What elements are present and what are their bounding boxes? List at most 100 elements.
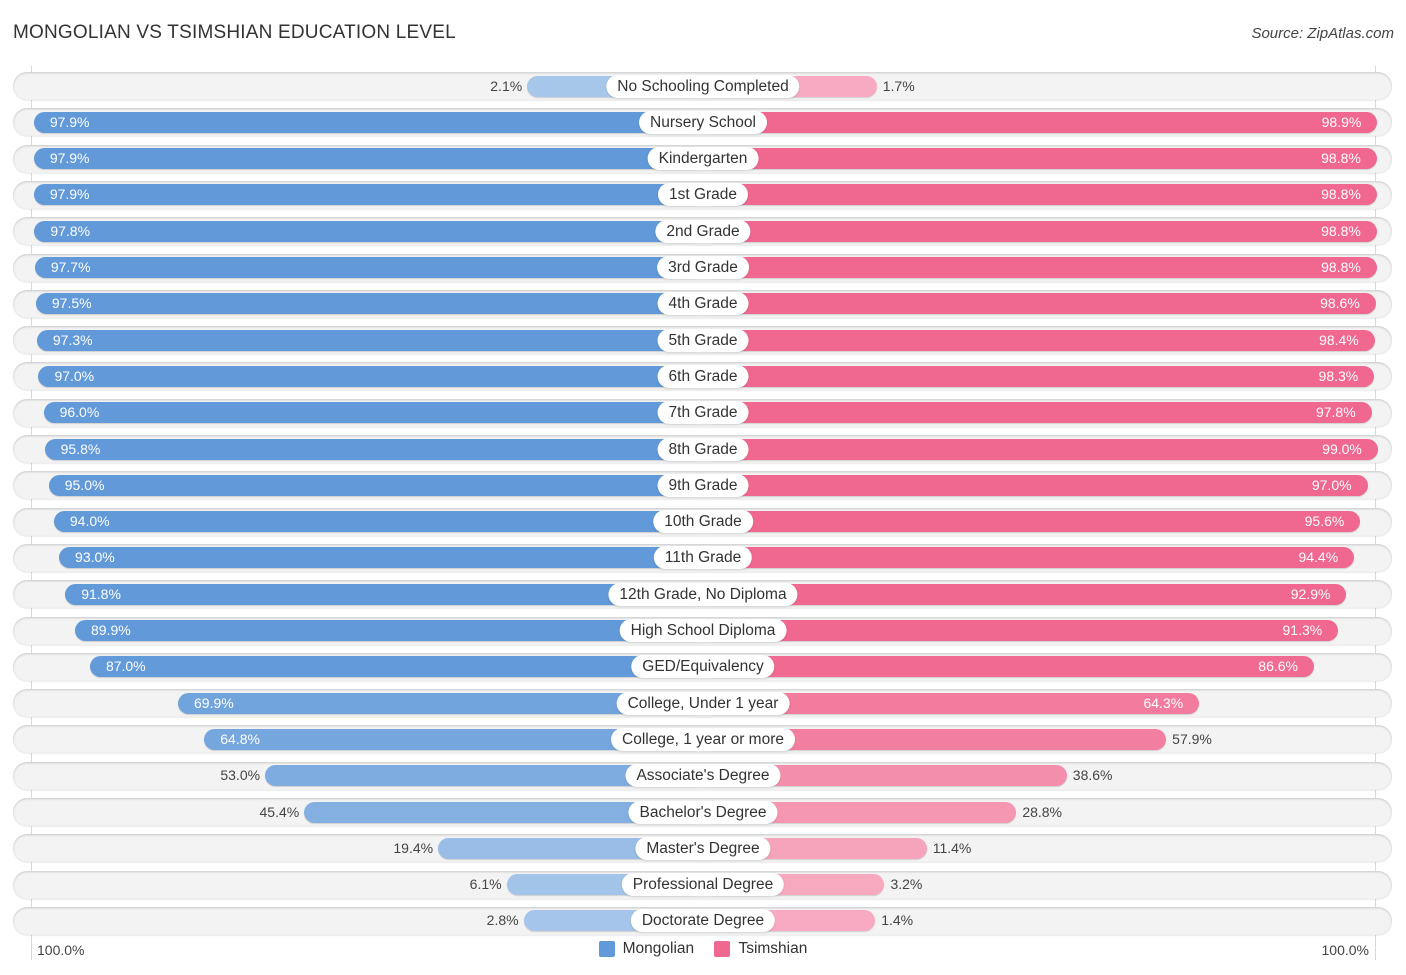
value-mongolian-7th-grade: 96.0%	[59, 404, 100, 421]
category-label-doctorate-degree: Doctorate Degree	[630, 909, 776, 933]
legend-item-mongolian[interactable]: Mongolian	[598, 940, 695, 958]
bar-mongolian-kindergarten[interactable]	[33, 148, 703, 170]
category-label-4th-grade: 4th Grade	[657, 292, 749, 316]
value-tsimshian-11th-grade: 94.4%	[1298, 549, 1339, 566]
value-tsimshian-ged-equivalency: 86.6%	[1258, 658, 1298, 675]
bar-tsimshian-nursery-school[interactable]	[703, 111, 1378, 133]
value-tsimshian-kindergarten: 98.8%	[1321, 150, 1361, 167]
bar-tsimshian-6th-grade[interactable]	[703, 365, 1375, 387]
value-mongolian-ged-equivalency: 87.0%	[105, 658, 146, 675]
category-label-college-under-1-year: College, Under 1 year	[616, 691, 790, 715]
value-tsimshian-9th-grade: 97.0%	[1311, 476, 1352, 493]
bar-mongolian-1st-grade[interactable]	[33, 184, 703, 206]
category-label-5th-grade: 5th Grade	[657, 328, 749, 352]
legend-swatch-tsimshian	[714, 941, 731, 957]
bar-mongolian-ged-equivalency[interactable]	[89, 656, 703, 678]
value-tsimshian-bachelor-s-degree: 28.8%	[1022, 803, 1063, 820]
category-label-7th-grade: 7th Grade	[657, 401, 749, 425]
bar-mongolian-5th-grade[interactable]	[36, 329, 703, 351]
value-mongolian-nursery-school: 97.9%	[49, 113, 90, 130]
category-label-nursery-school: Nursery School	[639, 110, 767, 134]
category-label-2nd-grade: 2nd Grade	[655, 219, 751, 243]
value-tsimshian-5th-grade: 98.4%	[1319, 331, 1359, 348]
bar-tsimshian-7th-grade[interactable]	[703, 402, 1372, 424]
value-tsimshian-high-school-diploma: 91.3%	[1282, 622, 1323, 638]
bar-tsimshian-5th-grade[interactable]	[703, 329, 1375, 351]
value-tsimshian-3rd-grade: 98.8%	[1321, 259, 1361, 275]
bar-mongolian-8th-grade[interactable]	[44, 438, 703, 460]
value-mongolian-4th-grade: 97.5%	[51, 295, 92, 312]
category-label-8th-grade: 8th Grade	[657, 437, 749, 461]
category-label-9th-grade: 9th Grade	[657, 473, 749, 497]
bar-tsimshian-high-school-diploma[interactable]	[703, 620, 1339, 641]
value-tsimshian-associate-s-degree: 38.6%	[1072, 767, 1113, 784]
value-mongolian-college-1-year-or-more: 64.8%	[220, 730, 260, 747]
value-tsimshian-no-schooling-completed: 1.7%	[882, 77, 915, 94]
value-mongolian-9th-grade: 95.0%	[64, 476, 105, 493]
category-label-college-1-year-or-more: College, 1 year or more	[611, 727, 795, 751]
value-mongolian-college-under-1-year: 69.9%	[194, 694, 234, 711]
value-mongolian-10th-grade: 94.0%	[69, 513, 110, 530]
category-label-bachelor-s-degree: Bachelor's Degree	[628, 800, 778, 824]
bar-mongolian-high-school-diploma[interactable]	[75, 620, 703, 641]
value-mongolian-6th-grade: 97.0%	[54, 367, 95, 384]
bar-mongolian-nursery-school[interactable]	[33, 111, 703, 133]
value-tsimshian-10th-grade: 95.6%	[1304, 513, 1345, 530]
bar-tsimshian-11th-grade[interactable]	[703, 547, 1355, 569]
legend-label-mongolian: Mongolian	[622, 940, 695, 957]
value-tsimshian-nursery-school: 98.9%	[1321, 113, 1362, 130]
value-mongolian-5th-grade: 97.3%	[52, 331, 93, 348]
value-tsimshian-1st-grade: 98.8%	[1321, 186, 1361, 203]
bar-tsimshian-2nd-grade[interactable]	[703, 220, 1377, 242]
legend-swatch-mongolian	[598, 941, 615, 957]
category-label-11th-grade: 11th Grade	[653, 546, 753, 570]
category-label-associate-s-degree: Associate's Degree	[625, 764, 781, 788]
bar-tsimshian-ged-equivalency[interactable]	[703, 656, 1314, 678]
value-mongolian-high-school-diploma: 89.9%	[91, 622, 131, 638]
category-label-no-schooling-completed: No Schooling Completed	[606, 74, 800, 98]
bar-tsimshian-3rd-grade[interactable]	[703, 257, 1377, 278]
bar-mongolian-6th-grade[interactable]	[38, 365, 703, 387]
legend-label-tsimshian: Tsimshian	[738, 940, 808, 957]
category-label-professional-degree: Professional Degree	[621, 873, 785, 897]
value-tsimshian-2nd-grade: 98.8%	[1321, 222, 1361, 239]
bar-mongolian-3rd-grade[interactable]	[34, 257, 703, 278]
bar-mongolian-12th-grade-no-diploma[interactable]	[65, 583, 703, 605]
bar-mongolian-9th-grade[interactable]	[48, 474, 703, 496]
category-label-ged-equivalency: GED/Equivalency	[631, 655, 775, 679]
value-mongolian-master-s-degree: 19.4%	[393, 839, 434, 856]
category-label-master-s-degree: Master's Degree	[635, 836, 771, 860]
value-mongolian-bachelor-s-degree: 45.4%	[259, 803, 300, 820]
bar-tsimshian-12th-grade-no-diploma[interactable]	[703, 583, 1347, 605]
value-tsimshian-12th-grade-no-diploma: 92.9%	[1290, 585, 1331, 602]
category-label-1st-grade: 1st Grade	[657, 183, 749, 207]
bar-mongolian-2nd-grade[interactable]	[34, 220, 703, 242]
legend: Mongolian Tsimshian	[0, 940, 1406, 962]
bar-mongolian-7th-grade[interactable]	[43, 402, 703, 424]
value-tsimshian-college-1-year-or-more: 57.9%	[1172, 730, 1212, 747]
value-mongolian-11th-grade: 93.0%	[75, 549, 115, 566]
bar-tsimshian-9th-grade[interactable]	[703, 474, 1368, 496]
value-tsimshian-master-s-degree: 11.4%	[932, 839, 972, 856]
category-label-3rd-grade: 3rd Grade	[657, 256, 749, 279]
chart-rows: 2.1% 1.7% No Schooling Completed 97.9% 98.9%…	[0, 0, 1406, 975]
category-label-kindergarten: Kindergarten	[647, 147, 759, 171]
bar-tsimshian-8th-grade[interactable]	[703, 438, 1378, 460]
category-label-6th-grade: 6th Grade	[657, 364, 749, 388]
value-mongolian-1st-grade: 97.9%	[49, 186, 90, 203]
category-label-10th-grade: 10th Grade	[653, 510, 753, 534]
value-tsimshian-professional-degree: 3.2%	[890, 876, 923, 893]
value-tsimshian-college-under-1-year: 64.3%	[1143, 694, 1184, 711]
bar-tsimshian-4th-grade[interactable]	[703, 293, 1376, 315]
bar-mongolian-4th-grade[interactable]	[35, 293, 703, 315]
bar-mongolian-11th-grade[interactable]	[59, 547, 703, 569]
legend-item-tsimshian[interactable]: Tsimshian	[714, 940, 807, 958]
bar-tsimshian-10th-grade[interactable]	[703, 511, 1361, 533]
value-mongolian-kindergarten: 97.9%	[49, 150, 90, 167]
bar-tsimshian-kindergarten[interactable]	[703, 148, 1377, 170]
value-mongolian-associate-s-degree: 53.0%	[220, 767, 261, 784]
bar-tsimshian-1st-grade[interactable]	[703, 184, 1377, 206]
bar-mongolian-10th-grade[interactable]	[53, 511, 703, 533]
value-mongolian-12th-grade-no-diploma: 91.8%	[81, 585, 121, 602]
value-mongolian-3rd-grade: 97.7%	[50, 259, 91, 275]
